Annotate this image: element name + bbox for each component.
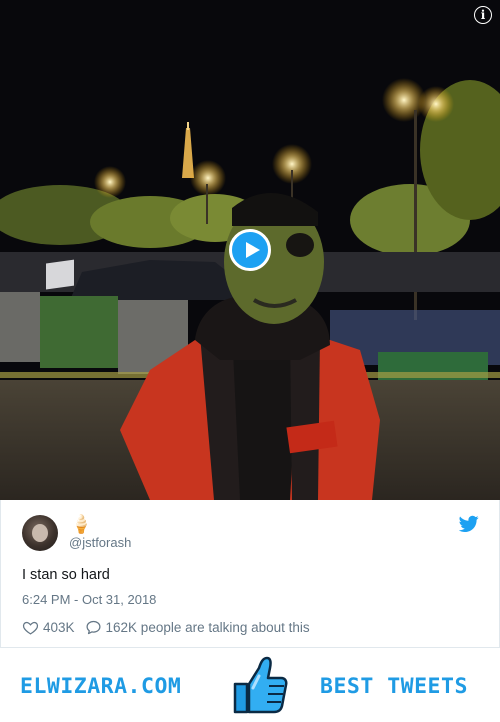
user-handle[interactable]: @jstforash — [69, 535, 131, 550]
tweet-card: 🍦 @jstforash I stan so hard 6:24 PM - Oc… — [0, 500, 500, 648]
twitter-bird-icon[interactable] — [459, 515, 479, 533]
tweet-timestamp[interactable]: 6:24 PM - Oct 31, 2018 — [22, 592, 156, 607]
heart-icon — [22, 621, 39, 635]
video-player[interactable]: i — [0, 0, 500, 500]
avatar[interactable] — [22, 515, 58, 551]
like-button[interactable]: 403K — [22, 619, 75, 636]
play-icon — [245, 242, 260, 258]
like-count: 403K — [43, 619, 75, 635]
tweet-actions: 403K 162K people are talking about this — [22, 618, 310, 636]
play-button[interactable] — [229, 229, 271, 271]
tweet-text: I stan so hard — [22, 567, 110, 583]
tagline: BEST TWEETS — [320, 674, 468, 699]
speech-bubble-icon — [86, 620, 101, 634]
info-icon[interactable]: i — [474, 6, 492, 24]
conversation-link[interactable]: 162K people are talking about this — [85, 619, 310, 636]
ice-cream-emoji: 🍦 — [70, 514, 93, 534]
info-glyph: i — [480, 8, 486, 22]
display-name[interactable]: 🍦 — [70, 514, 92, 536]
thumbs-up-icon — [233, 656, 288, 714]
site-name[interactable]: ELWIZARA.COM — [20, 674, 181, 699]
conversation-count: 162K people are talking about this — [105, 619, 310, 635]
